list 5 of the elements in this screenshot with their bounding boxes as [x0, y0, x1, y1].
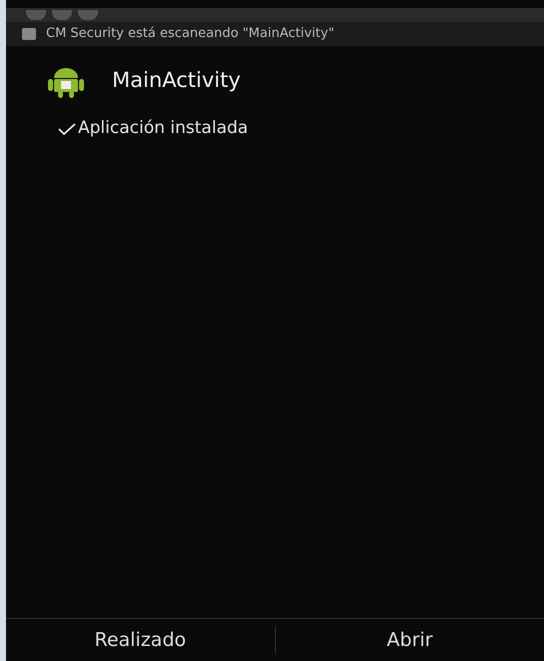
dialog-title: MainActivity [112, 67, 241, 94]
done-button[interactable]: Realizado [6, 619, 274, 661]
open-button[interactable]: Abrir [276, 619, 544, 661]
status-message: Aplicación instalada [78, 117, 248, 140]
notification-text: CM Security está escaneando "MainActivity" [46, 25, 334, 44]
